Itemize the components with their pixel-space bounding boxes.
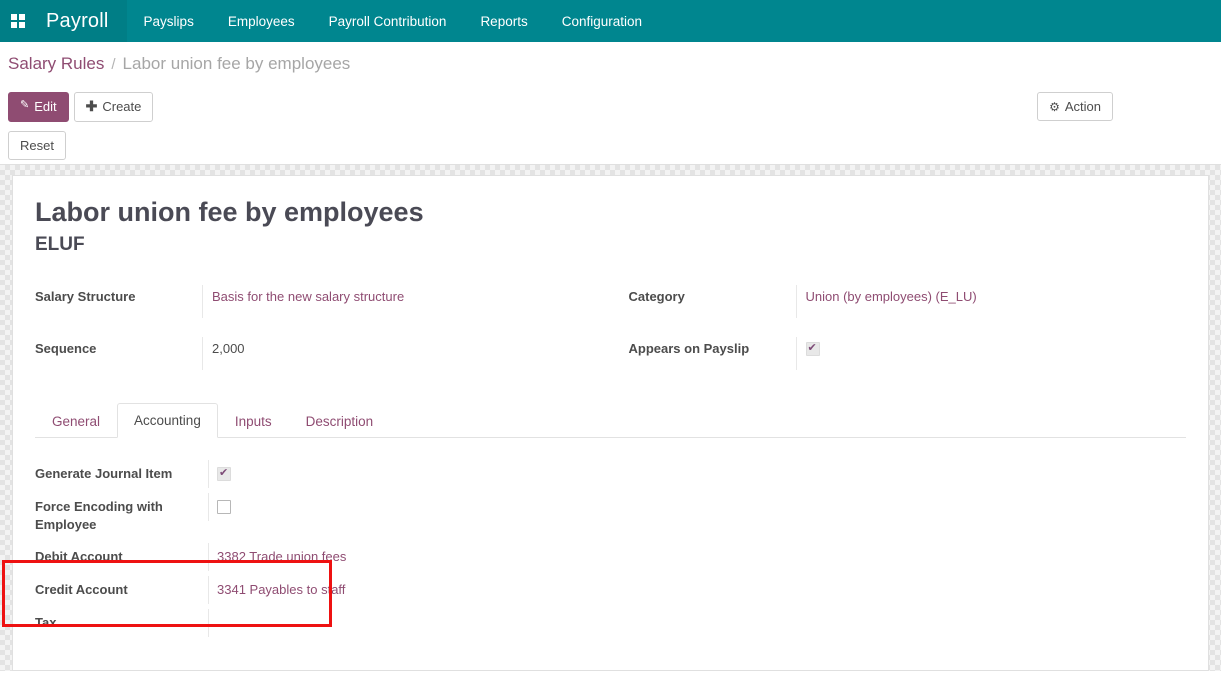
action-button[interactable]: ⚙ Action bbox=[1037, 92, 1113, 121]
control-panel-right: ⚙ Action bbox=[1037, 92, 1113, 121]
field-generate-journal-item: Generate Journal Item bbox=[35, 460, 465, 493]
record-form-grid: Salary Structure Basis for the new salar… bbox=[35, 285, 1186, 389]
field-label-credit-account: Credit Account bbox=[35, 576, 208, 604]
action-button-label: Action bbox=[1065, 100, 1101, 113]
field-label-tax: Tax bbox=[35, 609, 208, 637]
field-label-category: Category bbox=[629, 285, 796, 307]
nav-item-reports[interactable]: Reports bbox=[463, 0, 544, 42]
status-button-row: Reset bbox=[0, 127, 1221, 165]
apps-menu-button[interactable] bbox=[0, 0, 36, 42]
content-background: Labor union fee by employees ELUF Salary… bbox=[0, 165, 1221, 671]
field-value-sequence: 2,000 bbox=[202, 337, 593, 371]
field-label-salary-structure: Salary Structure bbox=[35, 285, 202, 307]
field-debit-account: Debit Account 3382 Trade union fees bbox=[35, 543, 465, 576]
category-link[interactable]: Union (by employees) (E_LU) bbox=[806, 289, 977, 304]
nav-item-payroll-contribution[interactable]: Payroll Contribution bbox=[312, 0, 464, 42]
field-label-appears-on-payslip: Appears on Payslip bbox=[629, 337, 796, 359]
field-label-sequence: Sequence bbox=[35, 337, 202, 359]
field-value-category: Union (by employees) (E_LU) bbox=[796, 285, 1187, 319]
field-sequence: Sequence 2,000 bbox=[35, 337, 593, 389]
field-value-debit-account: 3382 Trade union fees bbox=[208, 543, 465, 571]
field-value-salary-structure: Basis for the new salary structure bbox=[202, 285, 593, 319]
tab-description[interactable]: Description bbox=[289, 404, 391, 438]
page-title: Labor union fee by employees bbox=[35, 196, 1186, 230]
tab-accounting[interactable]: Accounting bbox=[117, 403, 218, 438]
control-panel-buttons: ✎ Edit ✚ Create ⚙ Action bbox=[0, 86, 1221, 127]
gear-icon: ⚙ bbox=[1049, 101, 1060, 113]
navbar-brand[interactable]: Payroll bbox=[36, 0, 127, 42]
record-sheet: Labor union fee by employees ELUF Salary… bbox=[12, 175, 1209, 671]
debit-account-link[interactable]: 3382 Trade union fees bbox=[217, 549, 346, 564]
notebook-tabs: General Accounting Inputs Description bbox=[35, 403, 1186, 438]
accounting-field-list: Generate Journal Item Force Encoding wit… bbox=[35, 460, 465, 659]
force-encoding-with-employee-checkbox[interactable] bbox=[217, 500, 231, 514]
create-button[interactable]: ✚ Create bbox=[74, 92, 154, 122]
nav-item-payslips[interactable]: Payslips bbox=[127, 0, 211, 42]
create-button-label: Create bbox=[102, 100, 141, 113]
field-credit-account: Credit Account 3341 Payables to staff bbox=[35, 576, 465, 609]
breadcrumb-separator: / bbox=[111, 56, 115, 73]
tab-inputs[interactable]: Inputs bbox=[218, 404, 289, 438]
record-code: ELUF bbox=[35, 234, 1186, 257]
form-group-right: Category Union (by employees) (E_LU) App… bbox=[629, 285, 1187, 389]
credit-account-link[interactable]: 3341 Payables to staff bbox=[217, 582, 345, 597]
reset-button[interactable]: Reset bbox=[8, 131, 66, 160]
breadcrumb-current: Labor union fee by employees bbox=[123, 54, 351, 74]
navbar-menu: Payslips Employees Payroll Contribution … bbox=[127, 0, 659, 42]
grid-apps-icon bbox=[11, 14, 25, 28]
appears-on-payslip-checkbox[interactable] bbox=[806, 342, 820, 356]
field-label-force-encoding-with-employee: Force Encoding with Employee bbox=[35, 493, 208, 540]
breadcrumb-parent-link[interactable]: Salary Rules bbox=[8, 54, 104, 74]
salary-structure-link[interactable]: Basis for the new salary structure bbox=[212, 289, 404, 304]
top-navbar: Payroll Payslips Employees Payroll Contr… bbox=[0, 0, 1221, 42]
field-value-credit-account: 3341 Payables to staff bbox=[208, 576, 465, 604]
field-salary-structure: Salary Structure Basis for the new salar… bbox=[35, 285, 593, 337]
breadcrumb: Salary Rules / Labor union fee by employ… bbox=[0, 42, 1221, 86]
tab-pane-accounting: Generate Journal Item Force Encoding wit… bbox=[35, 438, 1186, 659]
field-value-generate-journal-item bbox=[208, 460, 465, 488]
record-action-buttons: ✎ Edit ✚ Create bbox=[8, 92, 153, 122]
field-value-appears-on-payslip bbox=[796, 337, 1187, 371]
field-value-tax[interactable] bbox=[208, 609, 465, 637]
field-value-force-encoding-with-employee bbox=[208, 493, 465, 521]
form-group-left: Salary Structure Basis for the new salar… bbox=[35, 285, 593, 389]
field-appears-on-payslip: Appears on Payslip bbox=[629, 337, 1187, 389]
field-label-debit-account: Debit Account bbox=[35, 543, 208, 571]
tab-general[interactable]: General bbox=[35, 404, 117, 438]
nav-item-employees[interactable]: Employees bbox=[211, 0, 312, 42]
sequence-value: 2,000 bbox=[212, 341, 245, 356]
generate-journal-item-checkbox[interactable] bbox=[217, 467, 231, 481]
field-label-generate-journal-item: Generate Journal Item bbox=[35, 460, 208, 488]
field-tax: Tax bbox=[35, 609, 465, 659]
edit-button-label: Edit bbox=[34, 100, 56, 113]
pencil-icon: ✎ bbox=[20, 100, 29, 111]
nav-item-configuration[interactable]: Configuration bbox=[545, 0, 659, 42]
field-category: Category Union (by employees) (E_LU) bbox=[629, 285, 1187, 337]
plus-icon: ✚ bbox=[86, 99, 98, 113]
field-force-encoding-with-employee: Force Encoding with Employee bbox=[35, 493, 465, 543]
edit-button[interactable]: ✎ Edit bbox=[8, 92, 69, 122]
